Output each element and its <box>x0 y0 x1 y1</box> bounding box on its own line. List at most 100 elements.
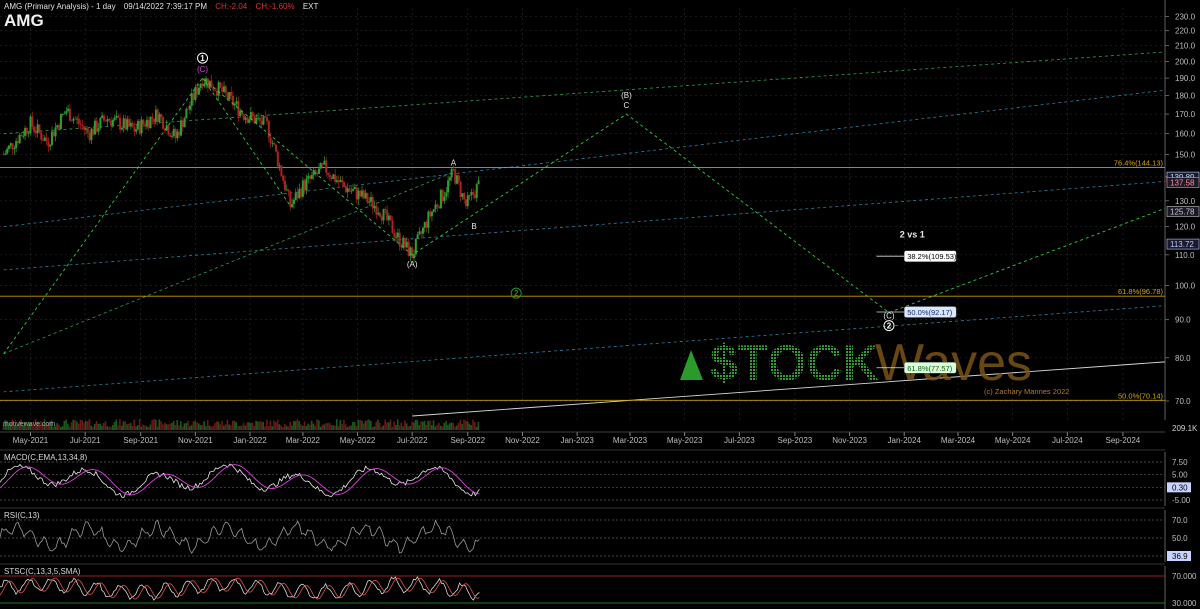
candle-body <box>439 190 442 209</box>
volume-bar <box>326 423 329 430</box>
wave-count-lines <box>3 77 1166 355</box>
candle-body <box>461 193 464 198</box>
candle-body <box>350 190 353 192</box>
volume-bar <box>199 425 202 430</box>
volume-bar <box>346 426 349 430</box>
candle-body <box>7 145 10 149</box>
candle-body <box>271 142 274 144</box>
candle-body <box>72 118 75 121</box>
candle-body <box>436 204 439 207</box>
candle-body <box>319 163 322 169</box>
price-label: 125.78 <box>1170 207 1195 216</box>
date-tick-label: Nov-2021 <box>178 436 213 445</box>
wave-path <box>3 77 1166 355</box>
volume-bar <box>108 426 110 430</box>
volume-bar <box>319 426 322 430</box>
price-tick-label: 100.0 <box>1175 282 1196 291</box>
candle-body <box>187 108 190 110</box>
candle-body <box>149 116 152 129</box>
volume-bar <box>190 425 193 430</box>
date-axis: May-2021 Jul-2021 Sep-2021 Nov-2021 Jan-2022… <box>0 431 1165 445</box>
volume-bar <box>416 420 419 430</box>
price-tick-label: 80.0 <box>1175 354 1191 363</box>
candle-body <box>275 144 278 152</box>
change-percent: CH:-1.60% <box>255 2 295 11</box>
candle-body <box>126 119 129 130</box>
candle-body <box>45 137 48 142</box>
candle-body <box>378 212 381 217</box>
candle-body <box>151 116 154 119</box>
candle-body <box>364 192 367 199</box>
volume-bar <box>430 425 433 430</box>
volume-bar <box>359 419 361 430</box>
volume-bar <box>309 424 311 430</box>
candle-body <box>169 134 172 137</box>
date-tick-label: May-2022 <box>340 436 376 445</box>
candle-body <box>384 208 387 211</box>
channel-line <box>3 181 1166 271</box>
volume-bar <box>332 425 334 430</box>
volume-bar <box>475 426 478 430</box>
wave-path <box>202 77 291 207</box>
date-tick-label: Mar-2023 <box>613 436 648 445</box>
candle-body <box>395 237 398 238</box>
volume-bar <box>210 426 213 430</box>
chart-canvas[interactable]: 76.4%(144.13) 61.8%(96.78) 50.0%(70.14) $T… <box>0 0 1200 609</box>
watermark-copyright: (c) Zachary Mannes 2022 <box>984 387 1069 396</box>
volume-bar <box>144 425 146 430</box>
volume-bar <box>353 422 356 430</box>
volume-bar <box>149 424 152 430</box>
volume-bar <box>219 424 222 430</box>
target-label: 61.8%(77.57) <box>907 364 953 373</box>
date-tick-label: May-2024 <box>995 436 1031 445</box>
volume-bar <box>215 421 218 430</box>
fib-label: 76.4%(144.13) <box>1114 158 1164 167</box>
volume-bar <box>269 420 272 430</box>
candle-body <box>2 154 5 156</box>
candle-body <box>443 196 446 202</box>
candle-body <box>215 90 218 96</box>
candle-body <box>391 220 394 234</box>
volume-bar <box>296 419 299 430</box>
date-tick-label: Jul-2024 <box>1052 436 1083 445</box>
volume-bar <box>314 425 317 430</box>
symbol-label: AMG <box>4 11 44 30</box>
candle-body <box>470 192 473 196</box>
candle-body <box>9 143 12 146</box>
indicator-title: STSC(C,13,3,5,SMA) <box>4 567 81 576</box>
volume-bar <box>457 422 460 430</box>
candle-body <box>326 172 329 175</box>
candle-body <box>61 114 64 115</box>
volume-bar <box>375 421 377 430</box>
candle-body <box>465 199 467 207</box>
volume-bar <box>133 419 136 430</box>
volume-bar <box>138 419 141 430</box>
volume-bar <box>445 420 447 430</box>
volume-bar <box>454 426 456 430</box>
volume-bar <box>404 420 406 430</box>
volume-bar <box>362 423 365 430</box>
candle-body <box>171 135 174 137</box>
candle-body <box>188 105 191 110</box>
candle-body <box>309 175 312 179</box>
candle-body <box>217 82 220 96</box>
volume-bar <box>90 425 93 430</box>
candle-body <box>404 237 407 248</box>
volume-bar <box>266 419 268 430</box>
volume-bar <box>267 425 270 430</box>
volume-bar <box>63 420 66 430</box>
volume-bar <box>223 425 225 430</box>
volume-bar <box>58 424 60 430</box>
candle-body <box>416 234 419 239</box>
indicator-tick-label: 70.0 <box>1172 516 1188 525</box>
candle-body <box>86 128 89 133</box>
volume-bar <box>101 425 103 430</box>
indicator-tick-label: 70.000 <box>1172 572 1197 581</box>
date-tick-label: Jan-2022 <box>233 436 267 445</box>
volume-bar <box>466 421 469 430</box>
volume-bar <box>86 421 89 430</box>
change-value: CH:-2.04 <box>215 2 248 11</box>
candle-body <box>38 124 41 133</box>
candle-body <box>389 215 392 221</box>
volume-bar <box>240 425 243 430</box>
